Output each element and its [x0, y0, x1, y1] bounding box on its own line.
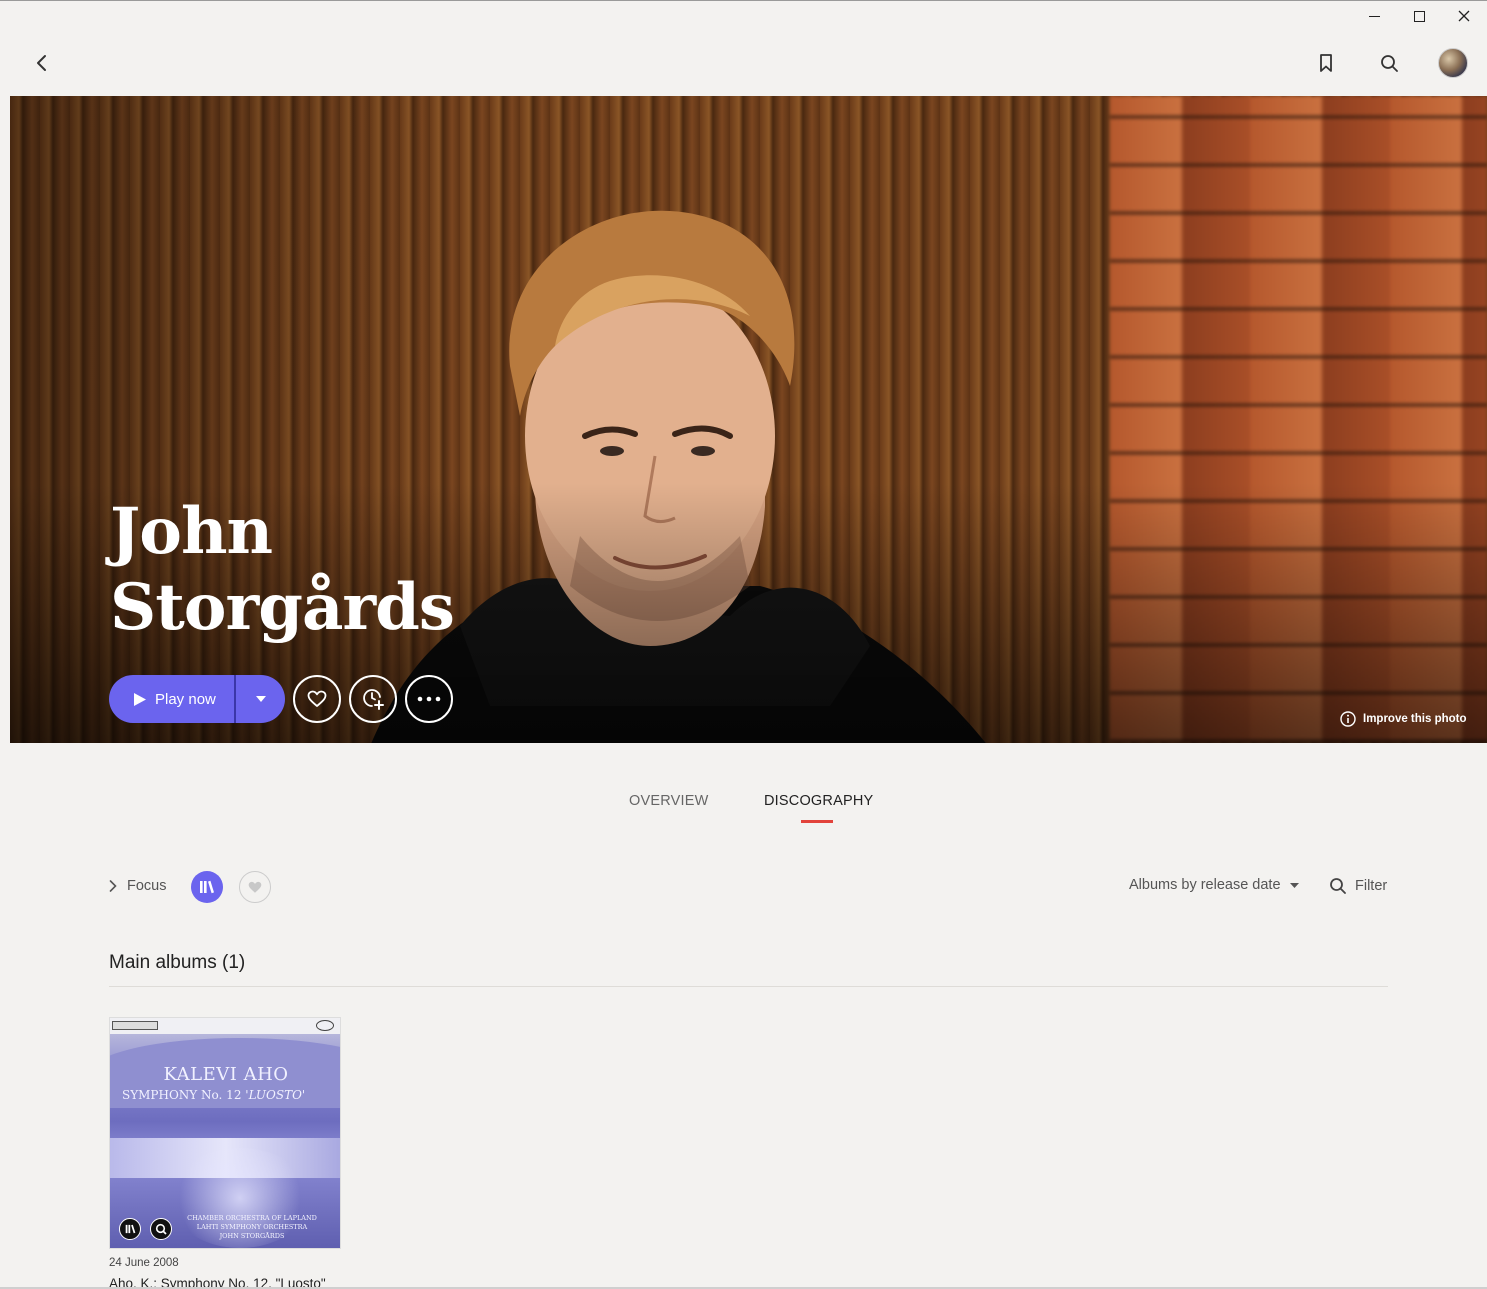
heart-icon — [248, 881, 262, 893]
improve-photo-label: Improve this photo — [1363, 713, 1467, 725]
info-icon — [1340, 711, 1356, 727]
add-to-queue-button[interactable] — [349, 675, 397, 723]
app-header — [10, 31, 1487, 95]
artist-hero: John Storgårds Play now Improve this pho… — [10, 96, 1487, 743]
artist-name-line2: Storgårds — [110, 570, 455, 645]
caret-down-icon — [255, 696, 266, 702]
focus-toggle[interactable]: Focus — [109, 878, 167, 894]
bookmark-button[interactable] — [1314, 51, 1338, 75]
favorites-filter-button[interactable] — [239, 871, 271, 903]
play-options-dropdown[interactable] — [236, 675, 285, 723]
cover-credits: CHAMBER ORCHESTRA OF LAPLAND LAHTI SYMPH… — [172, 1214, 332, 1241]
minimize-icon — [1368, 15, 1380, 17]
artist-tabs: OVERVIEW DISCOGRAPHY — [0, 791, 1487, 831]
favorite-button[interactable] — [293, 675, 341, 723]
cover-credit-line: LAHTI SYMPHONY ORCHESTRA — [196, 1223, 308, 1231]
label-logo — [112, 1021, 158, 1030]
more-options-button[interactable] — [405, 675, 453, 723]
tab-discography[interactable]: DISCOGRAPHY — [764, 793, 873, 809]
window-titlebar — [0, 1, 1487, 31]
play-now-label: Play now — [155, 690, 216, 708]
cover-subtitle-text: SYMPHONY No. 12 — [122, 1088, 242, 1102]
filter-button[interactable]: Filter — [1329, 877, 1387, 895]
back-button[interactable] — [30, 51, 54, 75]
search-icon — [1381, 55, 1398, 72]
more-icon — [417, 696, 441, 702]
chevron-right-icon — [109, 880, 117, 892]
cover-subtitle-italic: 'LUOSTO' — [245, 1088, 306, 1102]
close-button[interactable] — [1441, 1, 1487, 31]
avatar[interactable] — [1438, 48, 1468, 78]
section-title: Main albums (1) — [109, 952, 246, 973]
artist-name-line1: John — [110, 494, 273, 569]
maximize-button[interactable] — [1396, 1, 1442, 31]
back-icon — [37, 55, 46, 71]
cover-credit-line: CHAMBER ORCHESTRA OF LAPLAND — [187, 1214, 317, 1222]
minimize-button[interactable] — [1351, 1, 1397, 31]
album-title[interactable]: Aho, K.: Symphony No. 12, "Luosto" — [109, 1275, 334, 1287]
improve-photo-link[interactable]: Improve this photo — [1340, 711, 1467, 727]
search-button[interactable] — [1377, 51, 1401, 75]
section-divider — [109, 986, 1388, 987]
artist-name: John Storgårds — [110, 494, 630, 646]
play-icon — [134, 692, 146, 706]
hires-icon — [155, 1223, 167, 1235]
tab-overview[interactable]: OVERVIEW — [629, 793, 709, 809]
close-icon — [1458, 10, 1470, 22]
bookmark-icon — [1320, 54, 1332, 72]
library-filter-button[interactable] — [191, 871, 223, 903]
hires-badge — [150, 1218, 172, 1240]
caret-down-icon — [1289, 882, 1299, 888]
library-icon — [200, 880, 214, 894]
library-icon — [125, 1224, 135, 1234]
sacd-logo — [316, 1020, 334, 1031]
sort-dropdown[interactable]: Albums by release date — [1129, 877, 1299, 893]
in-library-badge — [119, 1218, 141, 1240]
cover-title: KALEVI AHO — [163, 1064, 289, 1085]
focus-label: Focus — [127, 878, 167, 894]
sort-label: Albums by release date — [1129, 877, 1281, 893]
maximize-icon — [1413, 10, 1425, 22]
clock-plus-icon — [363, 689, 384, 710]
album-release-date: 24 June 2008 — [109, 1257, 179, 1269]
search-icon — [1330, 878, 1346, 894]
album-card[interactable]: KALEVI AHO SYMPHONY No. 12 'LUOSTO' CHAM… — [109, 1017, 341, 1287]
heart-icon — [307, 690, 327, 707]
cover-subtitle: SYMPHONY No. 12 'LUOSTO' — [122, 1088, 305, 1102]
active-tab-indicator — [801, 820, 833, 823]
play-now-button[interactable]: Play now — [109, 675, 234, 723]
album-cover[interactable]: KALEVI AHO SYMPHONY No. 12 'LUOSTO' CHAM… — [109, 1017, 341, 1249]
cover-credit-line: JOHN STORGÅRDS — [219, 1232, 285, 1240]
filter-label: Filter — [1355, 878, 1388, 894]
play-button-group: Play now — [109, 675, 285, 723]
